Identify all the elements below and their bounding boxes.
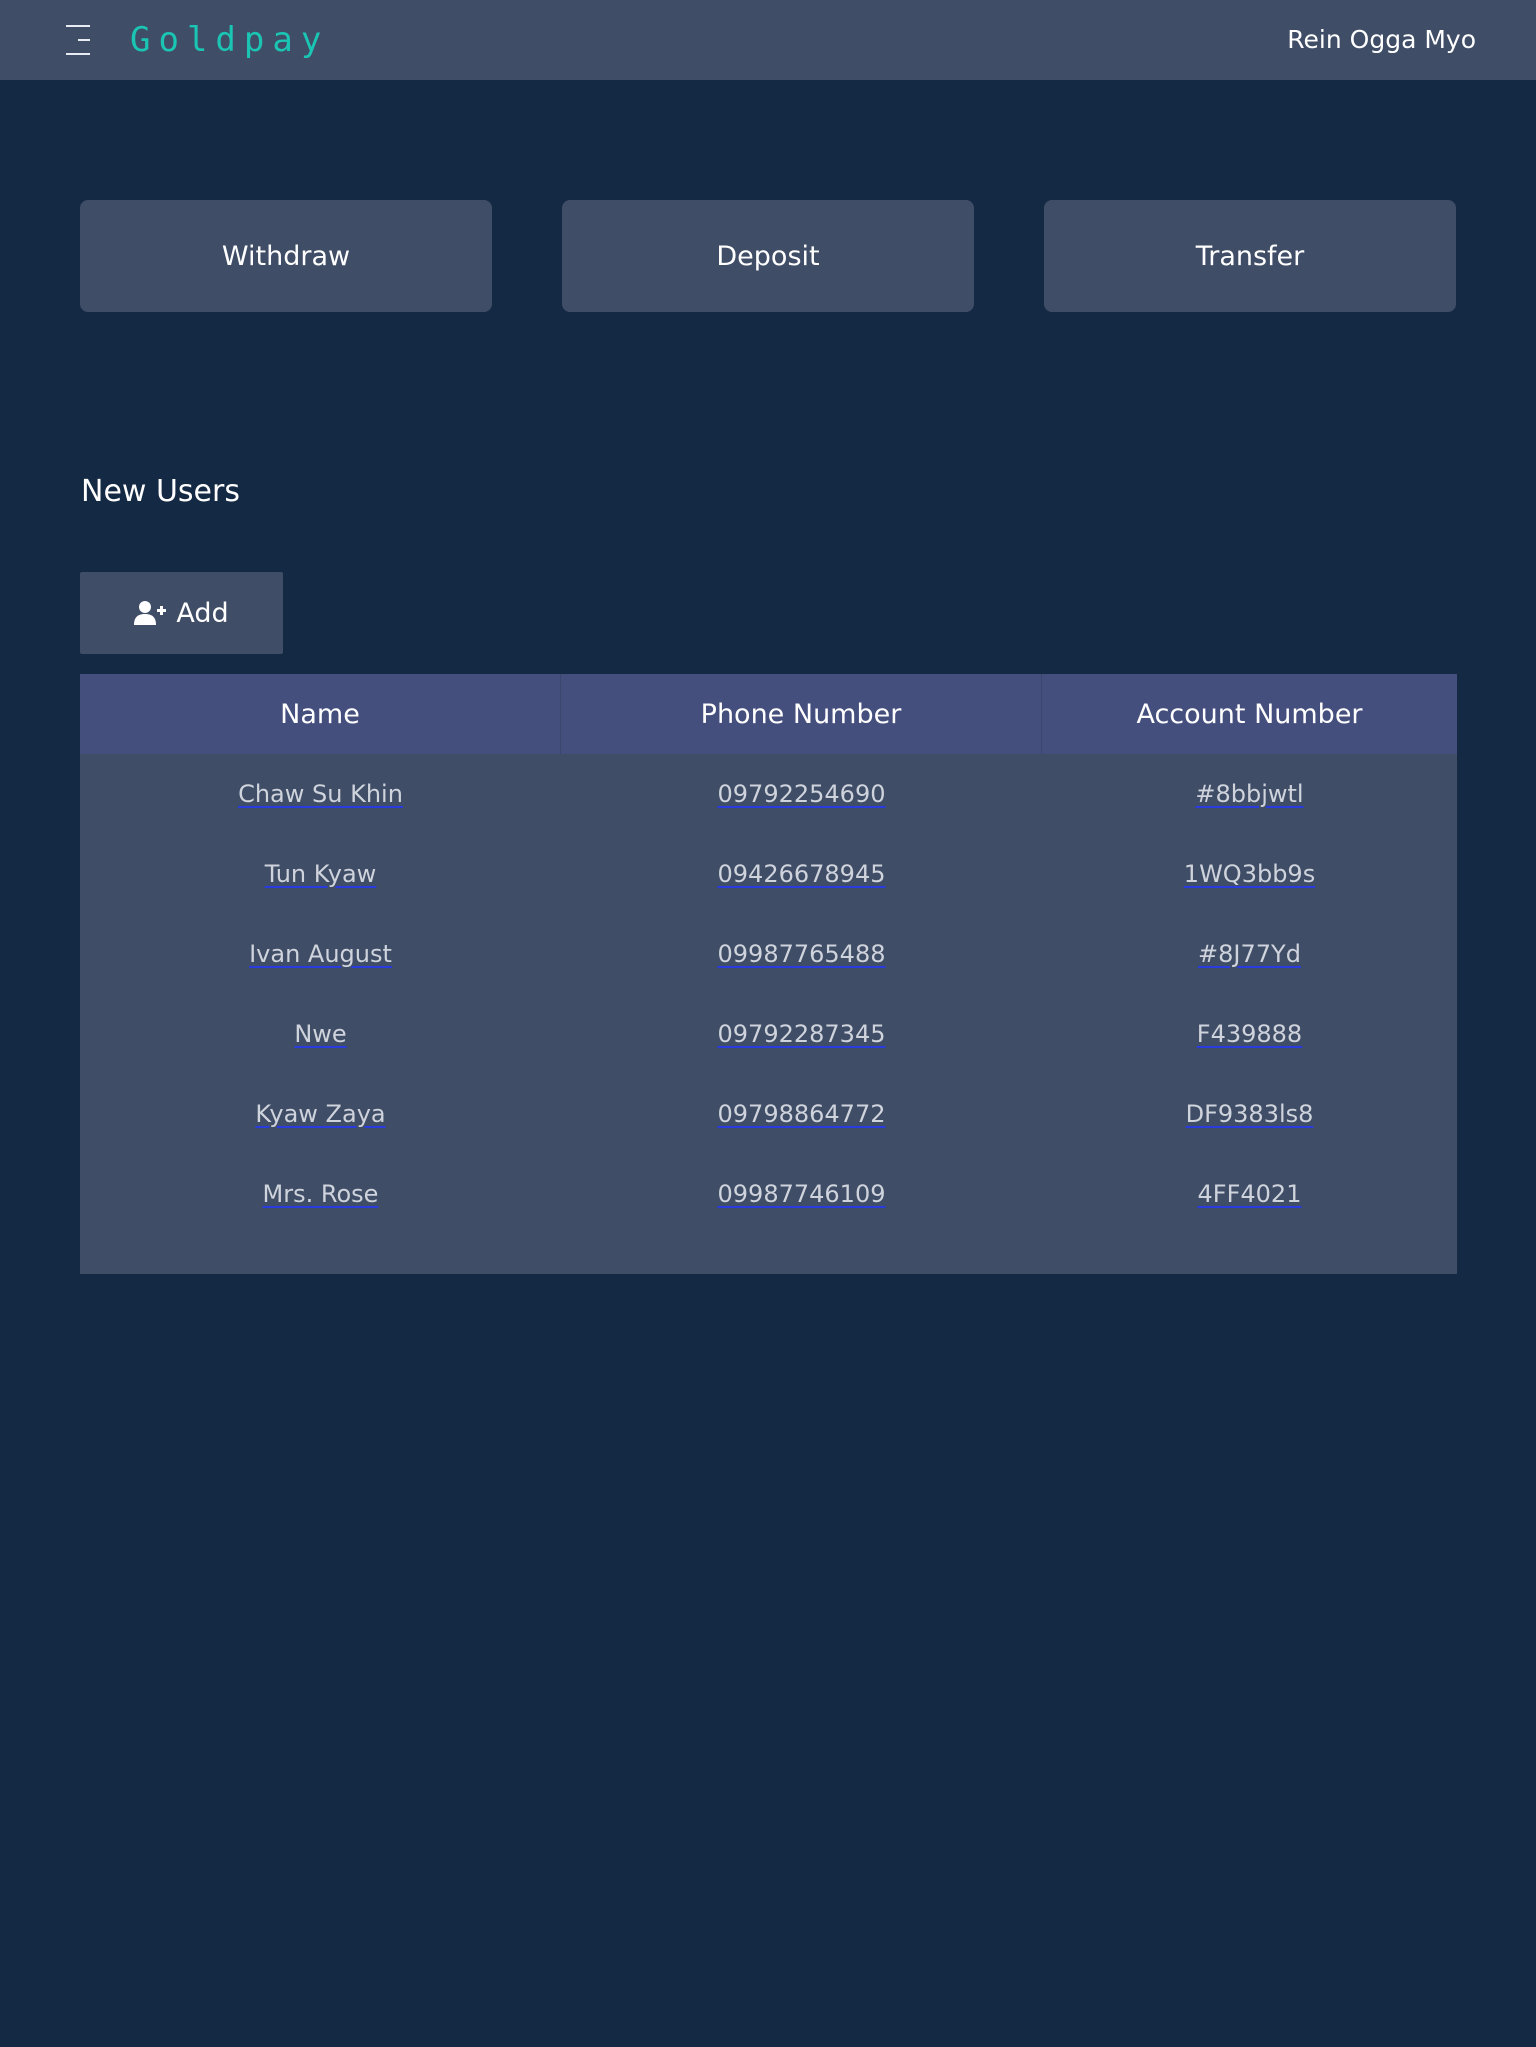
phone-number-link[interactable]: 09987765488 [718,940,886,968]
phone-cell: 09987765488 [561,914,1042,994]
phone-number-link[interactable]: 09987746109 [718,1180,886,1208]
brand-logo-text[interactable]: Goldpay [130,17,329,63]
top-navbar: Goldpay Rein Ogga Myo [0,0,1536,80]
phone-cell: 09798864772 [561,1074,1042,1154]
column-header-phone: Phone Number [561,674,1042,754]
user-name-link[interactable]: Nwe [294,1020,346,1048]
menu-line [78,39,90,41]
table-row: Chaw Su Khin 09792254690 #8bbjwtl [80,754,1457,834]
phone-cell: 09426678945 [561,834,1042,914]
phone-number-link[interactable]: 09792287345 [718,1020,886,1048]
add-user-button[interactable]: Add [80,572,283,654]
name-cell: Ivan August [80,914,561,994]
transfer-button[interactable]: Transfer [1044,200,1456,312]
phone-cell: 09792287345 [561,994,1042,1074]
account-cell: 1WQ3bb9s [1042,834,1457,914]
phone-number-link[interactable]: 09426678945 [718,860,886,888]
new-users-title: New Users [81,474,240,509]
user-name[interactable]: Rein Ogga Myo [1287,22,1476,58]
table-row: Nwe 09792287345 F439888 [80,994,1457,1074]
table-row: Mrs. Rose 09987746109 4FF4021 [80,1154,1457,1234]
name-cell: Chaw Su Khin [80,754,561,834]
menu-line [66,53,90,55]
table-header: Name Phone Number Account Number [80,674,1457,754]
phone-cell: 09987746109 [561,1154,1042,1234]
table-row: Ivan August 09987765488 #8J77Yd [80,914,1457,994]
account-number-link[interactable]: DF9383ls8 [1186,1100,1314,1128]
account-cell: F439888 [1042,994,1457,1074]
account-number-link[interactable]: 4FF4021 [1198,1180,1302,1208]
withdraw-button[interactable]: Withdraw [80,200,492,312]
hamburger-menu-icon[interactable] [62,22,96,58]
user-name-link[interactable]: Tun Kyaw [265,860,377,888]
user-name-link[interactable]: Chaw Su Khin [238,780,403,808]
account-cell: DF9383ls8 [1042,1074,1457,1154]
account-number-link[interactable]: #8J77Yd [1198,940,1301,968]
new-users-table: Name Phone Number Account Number Chaw Su… [80,674,1457,1274]
name-cell: Kyaw Zaya [80,1074,561,1154]
phone-cell: 09792254690 [561,754,1042,834]
table-row: Tun Kyaw 09426678945 1WQ3bb9s [80,834,1457,914]
column-header-account: Account Number [1136,698,1363,730]
account-cell: #8J77Yd [1042,914,1457,994]
name-cell: Nwe [80,994,561,1074]
menu-line [66,25,90,27]
account-number-link[interactable]: #8bbjwtl [1195,780,1303,808]
phone-number-link[interactable]: 09798864772 [718,1100,886,1128]
table-row: Kyaw Zaya 09798864772 DF9383ls8 [80,1074,1457,1154]
name-cell: Mrs. Rose [80,1154,561,1234]
column-header-name: Name [80,674,561,754]
user-name-link[interactable]: Mrs. Rose [263,1180,379,1208]
add-button-label: Add [176,597,229,629]
phone-number-link[interactable]: 09792254690 [718,780,886,808]
deposit-button[interactable]: Deposit [562,200,974,312]
user-name-link[interactable]: Ivan August [249,940,392,968]
name-cell: Tun Kyaw [80,834,561,914]
account-cell: #8bbjwtl [1042,754,1457,834]
user-name-link[interactable]: Kyaw Zaya [255,1100,385,1128]
account-cell: 4FF4021 [1042,1154,1457,1234]
user-plus-icon [134,601,167,625]
account-number-link[interactable]: F439888 [1197,1020,1302,1048]
account-number-link[interactable]: 1WQ3bb9s [1184,860,1315,888]
